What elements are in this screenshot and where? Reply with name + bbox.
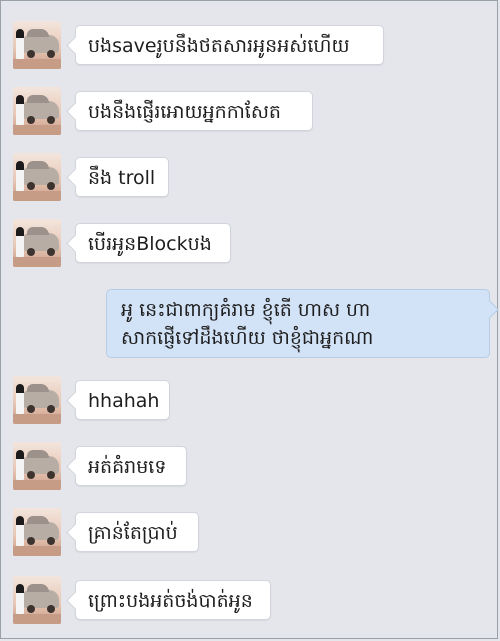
incoming-message-bubble[interactable]: បើរអូនBlockបង	[75, 223, 231, 263]
avatar-ground	[13, 257, 61, 267]
car-wheel-icon	[47, 471, 55, 479]
contact-avatar[interactable]	[13, 219, 61, 267]
contact-avatar[interactable]	[13, 87, 61, 135]
car-wheel-icon	[47, 405, 55, 413]
person-icon	[16, 450, 24, 480]
incoming-message-bubble[interactable]: នឹង troll	[75, 157, 169, 197]
chat-thread: បងsaveរូបនឹងថតសារអូនអស់ហើយ បងនឹងផ្ញើរអោយ…	[0, 0, 498, 639]
contact-avatar[interactable]	[13, 153, 61, 201]
car-wheel-icon	[27, 182, 35, 190]
car-wheel-icon	[27, 50, 35, 58]
avatar-ground	[13, 546, 61, 556]
avatar-ground	[13, 125, 61, 135]
car-wheel-icon	[27, 605, 35, 613]
car-wheel-icon	[47, 537, 55, 545]
avatar-ground	[13, 414, 61, 424]
outgoing-message-line: អូ នេះជាពាក្យគំរាម ខ្ញុំតើ ហាស ហា	[121, 299, 371, 321]
person-icon	[16, 584, 24, 614]
avatar-ground	[13, 614, 61, 624]
person-icon	[16, 29, 24, 59]
car-wheel-icon	[47, 116, 55, 124]
incoming-message-bubble[interactable]: អត់គំរាមទេ	[75, 446, 187, 486]
car-wheel-icon	[27, 537, 35, 545]
avatar-ground	[13, 191, 61, 201]
incoming-message-bubble[interactable]: គ្រាន់តែប្រាប់	[75, 512, 199, 552]
contact-avatar[interactable]	[13, 376, 61, 424]
car-wheel-icon	[27, 116, 35, 124]
person-icon	[16, 161, 24, 191]
contact-avatar[interactable]	[13, 21, 61, 69]
car-wheel-icon	[27, 248, 35, 256]
contact-avatar[interactable]	[13, 508, 61, 556]
incoming-message-bubble[interactable]: បងsaveរូបនឹងថតសារអូនអស់ហើយ	[75, 25, 384, 65]
avatar-ground	[13, 480, 61, 490]
contact-avatar[interactable]	[13, 442, 61, 490]
avatar-ground	[13, 59, 61, 69]
car-wheel-icon	[47, 182, 55, 190]
contact-avatar[interactable]	[13, 576, 61, 624]
person-icon	[16, 384, 24, 414]
car-wheel-icon	[47, 248, 55, 256]
incoming-message-bubble[interactable]: បងនឹងផ្ញើរអោយអ្នកកាសែត	[75, 91, 313, 131]
incoming-message-bubble[interactable]: hhahah	[75, 380, 170, 420]
car-wheel-icon	[47, 605, 55, 613]
car-wheel-icon	[47, 50, 55, 58]
outgoing-message-bubble[interactable]: អូ នេះជាពាក្យគំរាម ខ្ញុំតើ ហាស ហា សាកផ្ញ…	[106, 289, 490, 358]
outgoing-message-line: សាកផ្ញើទៅដឹងហើយ ថាខ្ញុំជាអ្នកណា	[121, 327, 374, 349]
person-icon	[16, 516, 24, 546]
incoming-message-bubble[interactable]: ព្រោះបងអត់ចង់បាត់អូន	[75, 580, 271, 620]
person-icon	[16, 227, 24, 257]
person-icon	[16, 95, 24, 125]
car-wheel-icon	[27, 471, 35, 479]
car-wheel-icon	[27, 405, 35, 413]
